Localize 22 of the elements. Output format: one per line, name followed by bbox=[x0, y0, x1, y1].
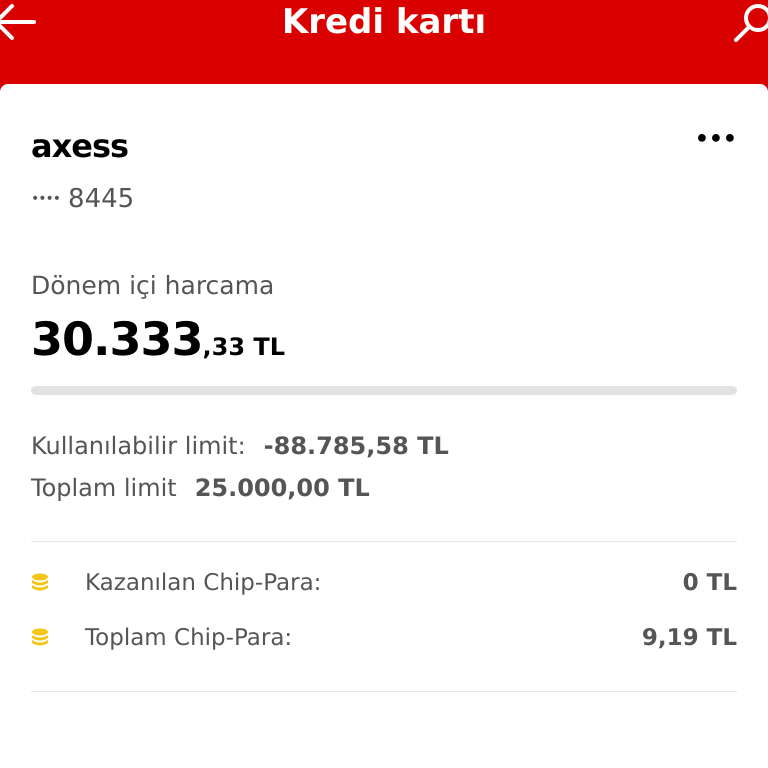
chip-para-label: Toplam Chip-Para: bbox=[85, 624, 294, 653]
bank-logo: axess bbox=[31, 130, 128, 162]
limit-label: Kullanılabilir limit: bbox=[31, 431, 246, 461]
spending-fraction: ,33 TL bbox=[202, 332, 286, 363]
coins-icon bbox=[31, 628, 49, 648]
coins-icon bbox=[31, 573, 49, 593]
spending-label: Dönem içi harcama bbox=[31, 270, 276, 302]
chip-para-value: 9,19 TL bbox=[642, 624, 737, 653]
more-button[interactable]: ••• bbox=[694, 130, 737, 150]
chip-para-label: Kazanılan Chip-Para: bbox=[85, 569, 322, 598]
limit-value: 25.000,00 TL bbox=[194, 473, 370, 503]
masked-dots: •••• bbox=[31, 190, 60, 209]
search-icon bbox=[732, 2, 768, 44]
limit-label: Toplam limit bbox=[31, 473, 177, 503]
search-button[interactable] bbox=[732, 2, 768, 44]
spending-amount: 30.333 bbox=[31, 312, 203, 366]
page-title: Kredi kartı bbox=[282, 1, 486, 44]
limit-value: -88.785,58 TL bbox=[264, 431, 449, 461]
card-number: 8445 bbox=[68, 184, 134, 214]
chip-para-value: 0 TL bbox=[682, 569, 737, 598]
back-button[interactable] bbox=[0, 2, 36, 42]
back-arrow-icon bbox=[0, 2, 36, 42]
